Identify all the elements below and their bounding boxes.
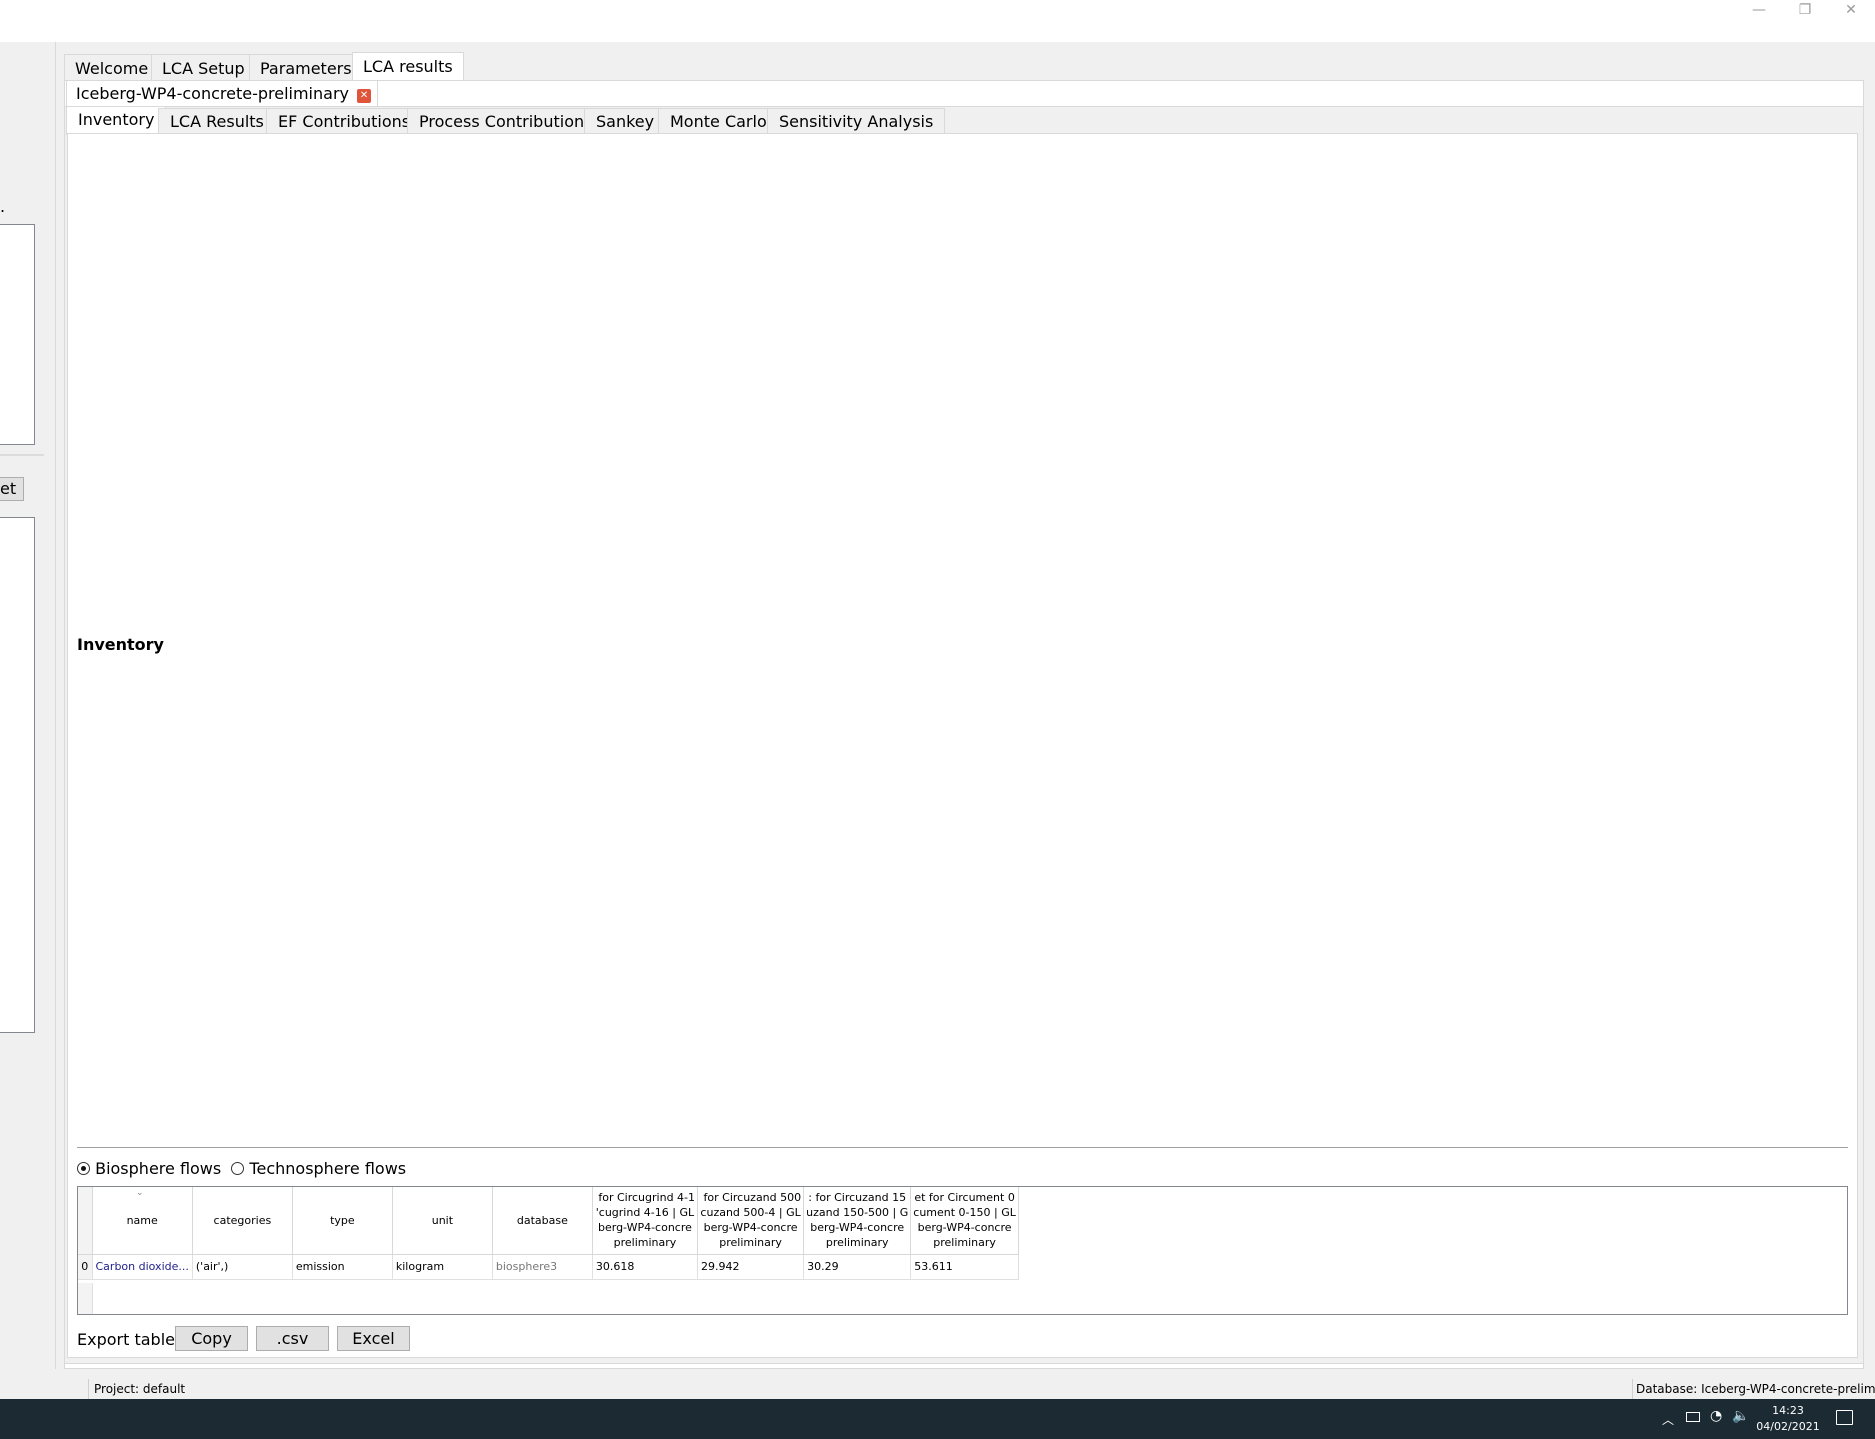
technosphere-radio-label: Technosphere flows — [249, 1159, 407, 1178]
cell-database[interactable]: biosphere3 — [492, 1254, 593, 1280]
cell-value[interactable]: 53.611 — [910, 1254, 1019, 1280]
subtab-process-contributions[interactable]: Process Contributions — [407, 108, 605, 135]
status-project: Project: default — [88, 1379, 185, 1399]
tab-lca-results[interactable]: LCA results — [352, 52, 464, 82]
subtab-inventory[interactable]: Inventory — [66, 106, 167, 135]
export-csv-button[interactable]: .csv — [256, 1326, 329, 1351]
cell-type[interactable]: emission — [292, 1254, 393, 1280]
column-header-unit[interactable]: unit — [392, 1187, 493, 1255]
column-header-type[interactable]: type — [292, 1187, 393, 1255]
column-header-circuzand-500[interactable]: for Circuzand 500 cuzand 500-4 | GL berg… — [697, 1187, 805, 1255]
volume-icon[interactable]: 🔈 — [1732, 1408, 1749, 1424]
subtab-monte-carlo[interactable]: Monte Carlo — [658, 108, 779, 135]
corner-header[interactable] — [78, 1187, 93, 1255]
subtab-sensitivity-analysis[interactable]: Sensitivity Analysis — [767, 108, 946, 135]
table-header-row: ⌄ name categories type unit database for … — [78, 1187, 1019, 1255]
cell-unit[interactable]: kilogram — [392, 1254, 493, 1280]
left-panel-list-bottom[interactable] — [0, 517, 35, 1033]
sort-indicator-icon: ⌄ — [136, 1188, 144, 1198]
column-header-circugrind[interactable]: for Circugrind 4-1 'cugrind 4-16 | GL be… — [592, 1187, 699, 1255]
flow-type-selector: Biosphere flows Technosphere flows — [77, 1159, 406, 1178]
left-panel: . et — [0, 42, 56, 1369]
table-row[interactable]: 0 Carbon dioxide... ('air',) emission ki… — [78, 1254, 1019, 1280]
inventory-heading: Inventory — [77, 635, 164, 654]
network-icon[interactable]: ◔ — [1710, 1408, 1722, 1424]
taskbar-time: 14:23 — [1772, 1404, 1804, 1417]
taskbar: ︿ ◔ 🔈 14:23 04/02/2021 — [0, 1399, 1875, 1439]
cell-value[interactable]: 30.29 — [803, 1254, 912, 1280]
cell-value[interactable]: 30.618 — [592, 1254, 699, 1280]
minimize-button[interactable]: — — [1736, 0, 1782, 20]
cell-name[interactable]: Carbon dioxide... — [92, 1254, 193, 1280]
results-tab-label: Iceberg-WP4-concrete-preliminary — [76, 84, 349, 103]
export-table-label: Export table: — [77, 1330, 181, 1349]
copy-button[interactable]: Copy — [175, 1326, 248, 1351]
tab-parameters[interactable]: Parameters — [249, 54, 363, 82]
subtab-ef-contributions[interactable]: EF Contributions — [266, 108, 423, 135]
close-tab-icon[interactable]: ✕ — [357, 89, 372, 103]
column-header-circument[interactable]: et for Circument 0 cument 0-150 | GL ber… — [910, 1187, 1019, 1255]
inventory-table[interactable]: ⌄ name categories type unit database for … — [77, 1186, 1848, 1315]
splitter-handle[interactable] — [77, 1147, 1848, 1148]
column-header-categories[interactable]: categories — [192, 1187, 293, 1255]
row-index[interactable]: 0 — [78, 1254, 93, 1280]
export-excel-button[interactable]: Excel — [337, 1326, 410, 1351]
radio-checked-icon — [77, 1162, 90, 1175]
left-panel-list-top[interactable] — [0, 224, 35, 445]
notifications-icon[interactable] — [1836, 1410, 1853, 1425]
left-panel-splitter[interactable] — [0, 454, 44, 456]
column-header-database[interactable]: database — [492, 1187, 593, 1255]
biosphere-radio[interactable]: Biosphere flows — [77, 1159, 226, 1178]
status-database: Database: Iceberg-WP4-concrete-prelimina… — [1632, 1379, 1875, 1399]
restore-button[interactable]: ❐ — [1782, 0, 1828, 20]
left-panel-label: . — [0, 197, 6, 216]
column-header-circuzand-150[interactable]: : for Circuzand 15 uzand 150-500 | G ber… — [803, 1187, 912, 1255]
status-bar: Project: default Database: Iceberg-WP4-c… — [0, 1379, 1875, 1399]
subtab-sankey[interactable]: Sankey — [584, 108, 667, 135]
taskbar-clock[interactable]: 14:23 04/02/2021 — [1756, 1403, 1820, 1435]
cell-categories[interactable]: ('air',) — [192, 1254, 293, 1280]
biosphere-radio-label: Biosphere flows — [95, 1159, 222, 1178]
technosphere-radio[interactable]: Technosphere flows — [231, 1159, 406, 1178]
tab-welcome[interactable]: Welcome — [64, 54, 160, 82]
close-window-button[interactable]: ✕ — [1828, 0, 1874, 20]
cell-value[interactable]: 29.942 — [697, 1254, 805, 1280]
results-document-tab[interactable]: Iceberg-WP4-concrete-preliminary ✕ — [66, 80, 379, 107]
window-title-bar: — ❐ ✕ — [0, 0, 1875, 42]
tab-lca-setup[interactable]: LCA Setup — [151, 54, 256, 82]
battery-icon[interactable] — [1686, 1412, 1700, 1422]
taskbar-date: 04/02/2021 — [1756, 1420, 1820, 1433]
subtab-lca-results[interactable]: LCA Results — [158, 108, 276, 135]
left-panel-button[interactable]: et — [0, 477, 24, 501]
radio-unchecked-icon — [231, 1162, 245, 1175]
row-header-gutter — [78, 1283, 93, 1314]
column-header-name[interactable]: ⌄ name — [92, 1187, 193, 1255]
show-hidden-icons-icon[interactable]: ︿ — [1662, 1411, 1674, 1428]
